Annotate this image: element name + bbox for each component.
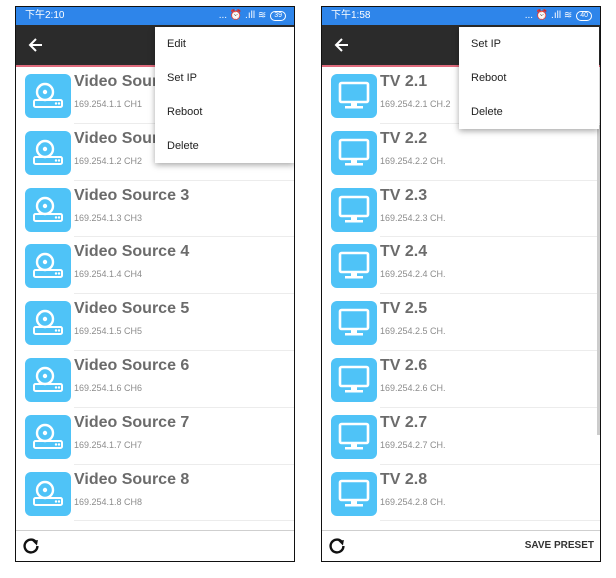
item-subtitle: 169.254.1.1 CH1 [74,99,143,109]
item-title: Video Source 4 [74,243,190,261]
bottom-bar: SAVE PRESET [322,530,600,561]
phone-video-sources: 下午2:10 ... ⏰ .ıll ≋ 39 Video Source 1 169… [15,6,295,562]
monitor-icon [331,244,377,289]
status-bar: 下午1:58 ... ⏰ .ıll ≋ 40 [322,7,600,25]
list-item[interactable]: Video Source 6 169.254.1.6 CH6 [16,351,294,408]
item-subtitle: 169.254.1.6 CH6 [74,382,143,393]
bottom-bar [16,530,294,561]
item-title: Video Source 6 [74,356,190,374]
monitor-icon [331,471,377,516]
status-bar: 下午2:10 ... ⏰ .ıll ≋ 39 [16,7,294,25]
item-title: TV 2.1 [380,73,428,90]
status-indicators: ... ⏰ .ıll ≋ [524,10,573,21]
list-item[interactable]: Video Source 4 169.254.1.4 CH4 [16,237,294,295]
context-menu: Edit Set IP Reboot Delete [155,27,294,163]
item-title: Video Source 7 [74,413,190,431]
status-icons: ... ⏰ .ıll ≋ 40 [525,7,592,25]
monitor-icon [331,301,377,346]
save-preset-button[interactable]: SAVE PRESET [525,540,594,551]
refresh-icon[interactable] [326,535,348,557]
video-player-icon [25,187,71,232]
video-player-icon [25,74,71,118]
item-subtitle: 169.254.2.1 CH.2 [380,99,451,109]
video-player-icon [25,471,71,516]
list-item[interactable]: TV 2.4 169.254.2.4 CH. [322,237,600,295]
item-subtitle: 169.254.1.4 CH4 [74,269,143,280]
divider [74,520,294,522]
item-title: TV 2.6 [380,356,428,374]
menu-item-reboot[interactable]: Reboot [459,61,599,95]
divider [380,520,600,522]
item-subtitle: 169.254.2.3 CH. [380,212,446,223]
item-subtitle: 169.254.1.5 CH5 [74,326,143,337]
item-title: TV 2.8 [380,470,428,488]
item-title: TV 2.5 [380,300,428,318]
item-title: Video Source 5 [74,300,190,318]
item-subtitle: 169.254.1.8 CH8 [74,496,143,507]
list-item[interactable]: Video Source 8 169.254.1.8 CH8 [16,465,294,522]
item-title: Video Source 3 [74,186,190,204]
menu-item-reboot[interactable]: Reboot [155,95,294,129]
battery-icon: 39 [270,11,286,21]
battery-icon: 40 [576,11,592,21]
item-title: TV 2.3 [380,186,428,204]
list-item[interactable]: Video Source 3 169.254.1.3 CH3 [16,181,294,238]
video-player-icon [25,357,71,402]
video-player-icon [25,130,71,175]
item-title: TV 2.7 [380,413,428,431]
list-item[interactable]: Video Source 5 169.254.1.5 CH5 [16,294,294,351]
menu-item-delete[interactable]: Delete [459,95,599,129]
list-item[interactable]: TV 2.3 169.254.2.3 CH. [322,181,600,238]
item-subtitle: 169.254.1.7 CH7 [74,439,143,450]
item-subtitle: 169.254.1.3 CH3 [74,212,143,223]
item-subtitle: 169.254.2.8 CH. [380,496,446,507]
item-subtitle: 169.254.2.5 CH. [380,326,446,337]
status-indicators: ... ⏰ .ıll ≋ [218,10,267,21]
scrollbar[interactable] [597,125,600,435]
menu-item-delete[interactable]: Delete [155,129,294,163]
item-title: TV 2.2 [380,129,428,147]
list-item[interactable]: TV 2.5 169.254.2.5 CH. [322,294,600,351]
monitor-icon [331,74,377,118]
video-player-icon [25,414,71,459]
monitor-icon [331,414,377,459]
video-player-icon [25,301,71,346]
monitor-icon [331,130,377,175]
context-menu: Set IP Reboot Delete [459,27,599,129]
item-title: Video Source 8 [74,470,190,488]
menu-item-set-ip[interactable]: Set IP [459,27,599,61]
refresh-icon[interactable] [20,535,42,557]
menu-item-edit[interactable]: Edit [155,27,294,61]
status-time: 下午1:58 [331,10,371,21]
item-subtitle: 169.254.1.2 CH2 [74,155,143,166]
phone-tv-list: 下午1:58 ... ⏰ .ıll ≋ 40 TV 2.1 169.254.2.1… [321,6,601,562]
item-subtitle: 169.254.2.4 CH. [380,269,446,280]
tv-list: TV 2.1 169.254.2.1 CH.2 TV 2.2 169.254.2.2 … [322,67,600,531]
monitor-icon [331,357,377,402]
monitor-icon [331,187,377,232]
status-icons: ... ⏰ .ıll ≋ 39 [219,7,286,25]
list-item[interactable]: Video Source 7 169.254.1.7 CH7 [16,408,294,465]
back-arrow-icon[interactable] [332,35,352,55]
menu-item-set-ip[interactable]: Set IP [155,61,294,95]
back-arrow-icon[interactable] [26,35,46,55]
status-time: 下午2:10 [25,10,65,21]
list-item[interactable]: TV 2.2 169.254.2.2 CH. [322,124,600,181]
list-item[interactable]: TV 2.7 169.254.2.7 CH. [322,408,600,465]
list-item[interactable]: TV 2.8 169.254.2.8 CH. [322,465,600,522]
item-subtitle: 169.254.2.6 CH. [380,382,446,393]
item-title: TV 2.4 [380,243,428,261]
list-item[interactable]: TV 2.6 169.254.2.6 CH. [322,351,600,408]
item-subtitle: 169.254.2.2 CH. [380,155,446,166]
video-player-icon [25,244,71,289]
item-subtitle: 169.254.2.7 CH. [380,439,446,450]
